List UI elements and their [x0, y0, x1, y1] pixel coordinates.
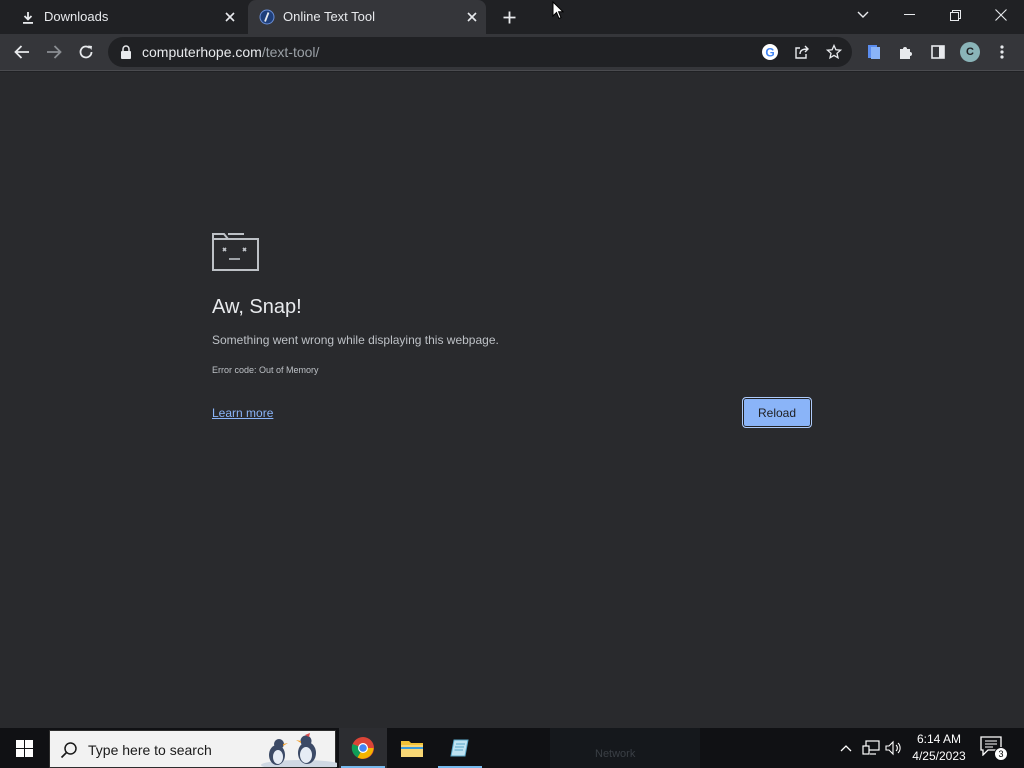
side-panel-icon[interactable]	[925, 39, 951, 65]
sad-folder-icon	[211, 231, 261, 273]
taskbar-search-box[interactable]: Type here to search	[49, 730, 341, 768]
mouse-cursor-icon	[552, 0, 565, 20]
profile-avatar[interactable]: C	[960, 42, 980, 62]
reading-list-extension-icon[interactable]	[861, 39, 887, 65]
address-bar[interactable]: computerhope.com/text-tool/ G	[108, 37, 852, 67]
network-flyout-remnant: Network	[550, 728, 700, 768]
show-hidden-icons-chevron-icon[interactable]	[836, 738, 856, 758]
error-heading: Aw, Snap!	[212, 296, 302, 318]
address-url: computerhope.com/text-tool/	[142, 44, 319, 60]
browser-toolbar: computerhope.com/text-tool/ G C	[0, 34, 1024, 71]
clock-time: 6:14 AM	[916, 732, 962, 746]
file-explorer-icon[interactable]	[388, 728, 436, 768]
error-message: Something went wrong while displaying th…	[212, 333, 499, 347]
learn-more-link[interactable]: Learn more	[212, 406, 273, 420]
windows-start-icon[interactable]	[0, 728, 48, 768]
url-host: computerhope.com	[142, 44, 262, 60]
search-icon	[60, 741, 78, 759]
google-lens-icon[interactable]: G	[760, 42, 780, 62]
back-arrow-icon[interactable]	[9, 39, 35, 65]
clock-date: 4/25/2023	[912, 749, 966, 763]
minimize-icon[interactable]	[886, 0, 932, 30]
tab-strip: Downloads Online Text Tool	[0, 0, 1024, 34]
search-highlight-penguins-icon	[255, 731, 341, 768]
notepad-icon[interactable]	[436, 728, 484, 768]
close-tab-icon[interactable]	[464, 9, 480, 25]
tab-search-chevron-icon[interactable]	[840, 0, 886, 30]
download-icon	[20, 9, 36, 25]
error-code: Error code: Out of Memory	[212, 365, 319, 375]
windows-taskbar: Type here to search Network 6:14 AM 4/25…	[0, 728, 1024, 768]
restore-icon[interactable]	[932, 0, 978, 30]
system-clock[interactable]: 6:14 AM 4/25/2023	[906, 731, 972, 765]
tab-downloads[interactable]: Downloads	[0, 0, 244, 34]
forward-arrow-icon[interactable]	[41, 39, 67, 65]
url-path: /text-tool/	[261, 44, 320, 60]
reload-button[interactable]: Reload	[742, 397, 812, 428]
bookmark-star-icon[interactable]	[824, 42, 844, 62]
volume-icon[interactable]	[884, 738, 904, 758]
favicon-computerhope-icon	[259, 9, 275, 25]
chrome-icon[interactable]	[339, 728, 387, 768]
close-window-icon[interactable]	[978, 0, 1024, 30]
lock-icon[interactable]	[120, 45, 132, 59]
tab-online-text-tool[interactable]: Online Text Tool	[248, 0, 486, 34]
new-tab-icon[interactable]	[499, 7, 519, 27]
more-menu-icon[interactable]	[989, 39, 1015, 65]
network-icon[interactable]	[861, 738, 881, 758]
extensions-puzzle-icon[interactable]	[893, 39, 919, 65]
close-tab-icon[interactable]	[222, 9, 238, 25]
network-ghost-label: Network	[595, 748, 636, 760]
tab-title: Downloads	[44, 9, 109, 24]
search-placeholder: Type here to search	[88, 742, 212, 758]
svg-text:G: G	[765, 46, 774, 60]
share-icon[interactable]	[792, 42, 812, 62]
notification-count-badge: 3	[994, 747, 1008, 761]
error-page: Aw, Snap! Something went wrong while dis…	[0, 72, 1024, 728]
reload-icon[interactable]	[73, 39, 99, 65]
tab-title: Online Text Tool	[283, 9, 376, 24]
action-center-icon[interactable]: 3	[980, 736, 1008, 761]
